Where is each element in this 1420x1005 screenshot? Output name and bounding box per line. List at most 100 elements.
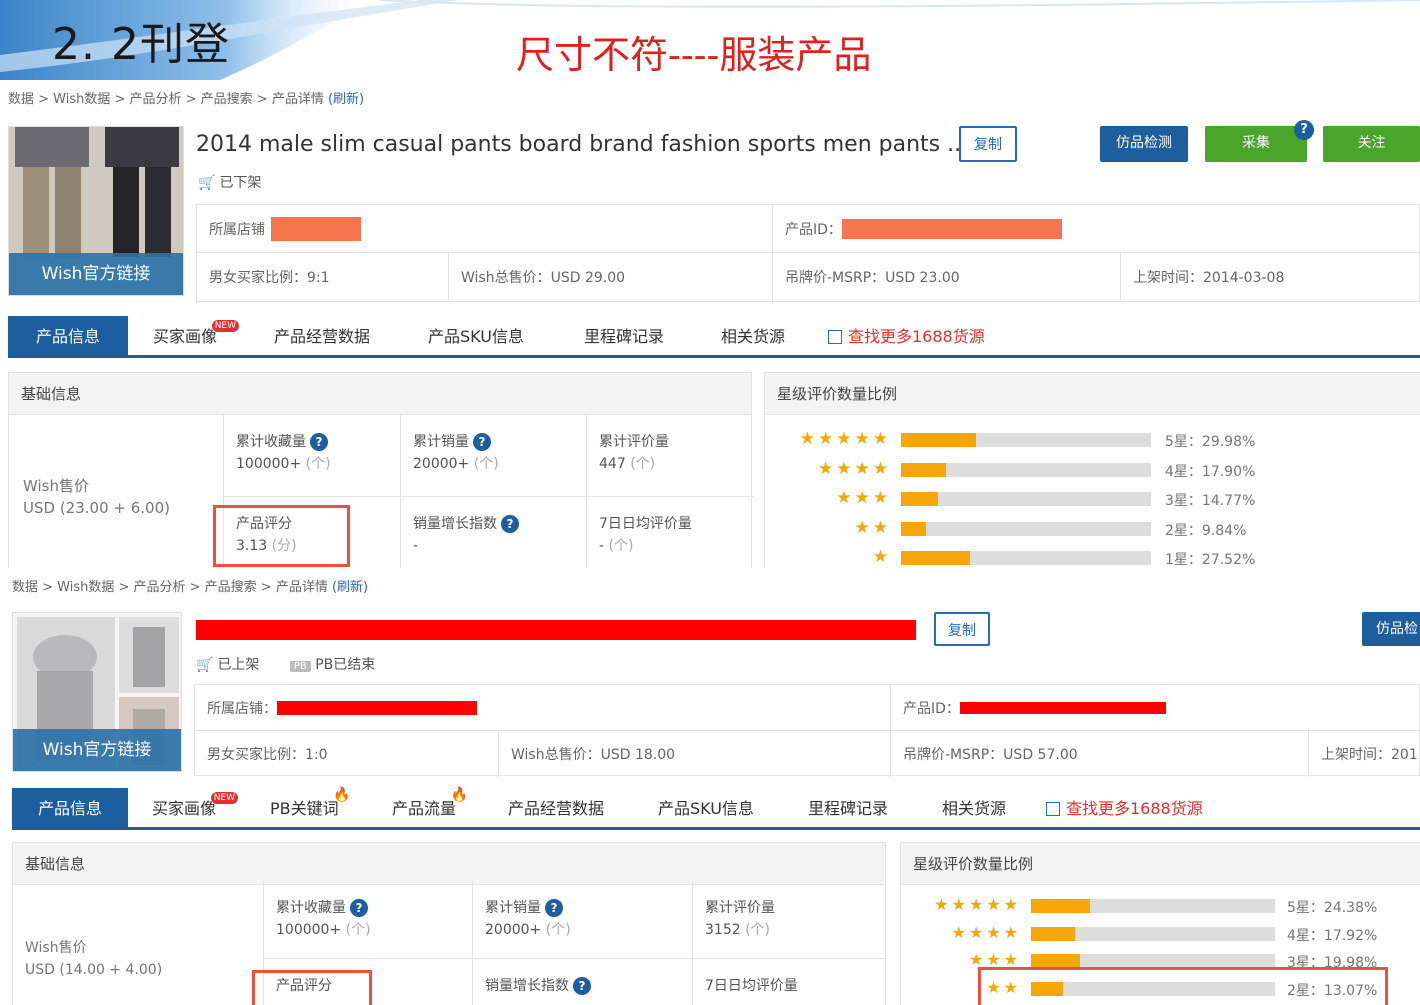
wish-price-label: Wish售价 [23,477,89,495]
copy-button[interactable]: 复制 [934,612,990,646]
product-info-table: 所属店铺 产品ID： 男女买家比例：9:1 Wish总售价：USD 29.00 … [196,204,1420,302]
product-detail-panel-1: 数据 > Wish数据 > 产品分析 > 产品搜索 > 产品详情 (刷新) Wi… [0,80,1420,568]
rating-bar-track [1031,899,1275,913]
rating-bar-track [901,462,1151,477]
rating-row-3-star: ★★★ 3星：14.77% [765,488,1420,509]
cart-icon: 🛒 [198,175,216,191]
product-thumbnail[interactable]: Wish官方链接 [12,612,182,772]
rating-bar-fill [901,521,926,536]
rating-bar-track [901,492,1151,506]
reviews-stat: 累计评价量 447 (个) [587,415,753,497]
product-title: 2014 male slim casual pants board brand … [196,132,969,157]
tab-sku-info[interactable]: 产品SKU信息 [658,788,754,827]
help-icon[interactable]: ? [545,899,563,917]
product-id-label: 产品ID： [785,221,842,238]
follow-button[interactable]: 关注 [1323,126,1420,162]
rating-bar-track [901,551,1151,565]
document-icon [1046,802,1060,816]
collect-button[interactable]: 采集 [1205,126,1307,162]
star-icons: ★★★ [836,488,891,508]
tab-milestones[interactable]: 里程碑记录 [808,788,888,827]
help-icon[interactable]: ? [473,433,491,451]
counterfeit-detect-button[interactable]: 仿品检 [1362,612,1420,646]
refresh-link[interactable]: (刷新) [332,580,368,595]
favorites-stat: 累计收藏量? 100000+ (个) [223,415,401,497]
slide-number: 2. 2刊登 [52,19,230,70]
redacted-store-name [277,700,477,715]
sales-label: 累计销量 [485,900,541,916]
reviews-value: 447 [599,456,626,472]
tab-product-info[interactable]: 产品信息 [12,788,128,827]
avg7-value: - [599,538,605,554]
fire-icon: 🔥 [450,787,469,803]
rating-label: 3星：14.77% [1165,493,1256,509]
wish-price-label: Wish售价 [25,940,87,956]
tab-label: 产品流量 [392,799,457,818]
counterfeit-detect-button[interactable]: 仿品检测 [1100,126,1188,162]
fire-icon: 🔥 [333,787,351,803]
tab-pb-keywords[interactable]: PB关键词 🔥 [270,788,351,827]
tab-related-sources[interactable]: 相关货源 [942,788,1006,827]
reviews-value: 3152 [705,922,741,938]
rating-row-4-star: ★★★★ 4星：17.92% [901,923,1420,944]
refresh-link[interactable]: (刷新) [328,92,364,107]
rating-bar-fill [901,433,976,447]
wish-official-link[interactable]: Wish官方链接 [13,729,181,771]
star-icons: ★★★★ [818,458,891,479]
tab-buyer-profile[interactable]: 买家画像 NEW [152,788,239,827]
score-highlight-box [252,970,372,1005]
favorites-value: 100000+ [236,456,302,472]
help-icon[interactable]: ? [1294,120,1314,140]
tab-related-sources[interactable]: 相关货源 [721,316,785,355]
help-icon[interactable]: ? [310,433,328,451]
status-listed: 已上架 [217,657,260,673]
help-icon[interactable]: ? [350,899,368,917]
help-icon[interactable]: ? [501,515,519,533]
listed-date-cell: 上架时间：201 [1321,747,1418,763]
tab-find-1688-sources[interactable]: 查找更多1688货源 [828,316,985,355]
product-tabs: 产品信息 买家画像 NEW PB关键词 🔥 产品流量 🔥 产品经营数据 产品SKU信息… [12,788,1420,830]
tab-operating-data[interactable]: 产品经营数据 [508,788,604,827]
tab-product-info[interactable]: 产品信息 [8,316,128,355]
product-id-cell: 产品ID： [773,205,1420,253]
tab-sku-info[interactable]: 产品SKU信息 [428,316,524,355]
redacted-product-title [196,620,916,640]
avg7-unit: (个) [608,538,634,554]
favorites-label: 累计收藏量 [236,434,306,450]
rating-label: 5星：24.38% [1287,900,1378,916]
rating-label: 4星：17.92% [1287,927,1378,944]
tab-label: 查找更多1688货源 [848,327,985,346]
gender-ratio-cell: 男女买家比例：1:0 [195,731,499,777]
sales-stat: 累计销量? 20000+ (个) [401,415,587,497]
rating-bar-fill [1031,926,1075,941]
copy-button[interactable]: 复制 [959,126,1017,162]
sales-stat: 累计销量? 20000+ (个) [473,881,693,959]
avg7-stat: 7日日均评价量 - (个) [587,497,753,568]
product-info-table: 所属店铺： 产品ID： 男女买家比例：1:0 Wish总售价：USD 18.00… [194,684,1420,777]
favorites-unit: (个) [305,456,331,472]
help-icon[interactable]: ? [573,977,591,995]
growth-label: 销量增长指数 [413,516,497,532]
product-thumbnail[interactable]: Wish官方链接 [8,126,184,296]
redacted-store-name [271,216,361,241]
sales-value: 20000+ [485,922,542,938]
tab-buyer-profile[interactable]: 买家画像 NEW [153,316,240,355]
breadcrumb-path[interactable]: 数据 > Wish数据 > 产品分析 > 产品搜索 > 产品详情 [12,580,328,595]
wish-price-value: USD (23.00 + 6.00) [23,499,170,517]
breadcrumb-path[interactable]: 数据 > Wish数据 > 产品分析 > 产品搜索 > 产品详情 [8,92,324,107]
wish-official-link[interactable]: Wish官方链接 [9,253,183,295]
tab-product-traffic[interactable]: 产品流量 🔥 [392,788,468,827]
tab-find-1688-sources[interactable]: 查找更多1688货源 [1046,788,1203,827]
avg7-label: 7日日均评价量 [705,978,798,994]
tab-label: PB关键词 [270,799,339,818]
score-highlight-box [213,505,350,567]
breadcrumb: 数据 > Wish数据 > 产品分析 > 产品搜索 > 产品详情 (刷新) [8,88,364,107]
favorites-stat: 累计收藏量? 100000+ (个) [263,881,473,959]
basic-info-header: 基础信息 [13,843,885,885]
tab-operating-data[interactable]: 产品经营数据 [274,316,370,355]
document-icon [828,330,842,344]
store-cell: 所属店铺 [197,205,773,253]
tab-milestones[interactable]: 里程碑记录 [584,316,664,355]
total-price-cell: Wish总售价：USD 18.00 [499,731,891,777]
gender-ratio-cell: 男女买家比例：9:1 [197,253,449,301]
